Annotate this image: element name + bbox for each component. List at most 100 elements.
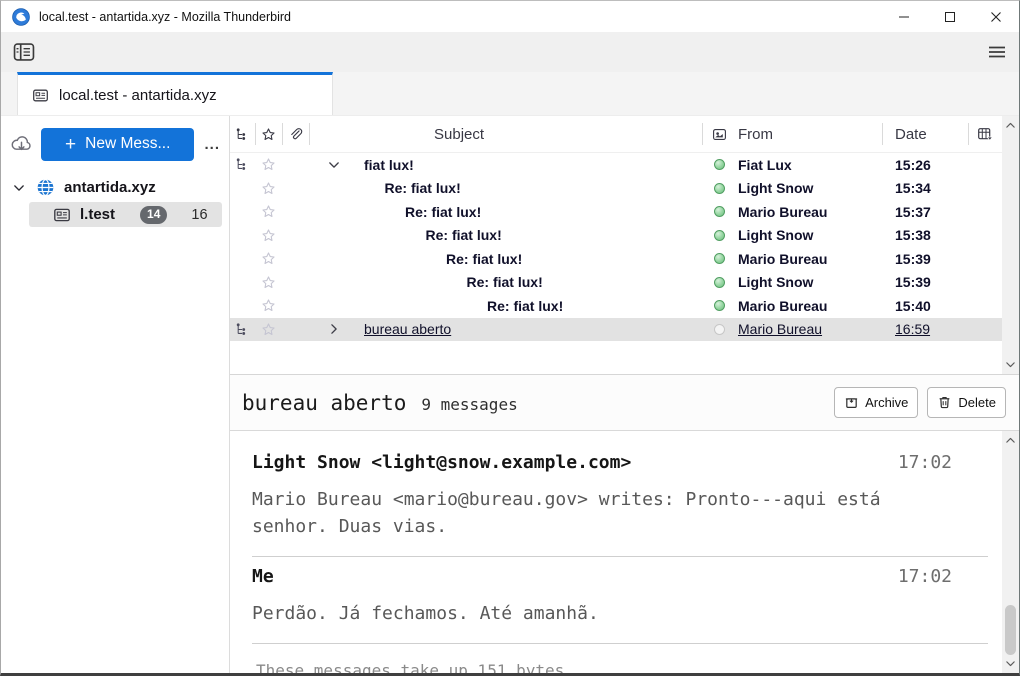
message-time: 17:02: [898, 452, 988, 473]
folder-pane-options-icon[interactable]: ...: [204, 136, 220, 153]
date-cell: 15:34: [882, 177, 968, 201]
read-dot[interactable]: [714, 324, 725, 335]
subject-cell: Re: fiat lux!: [405, 204, 481, 220]
scroll-down-icon[interactable]: [1004, 657, 1017, 670]
folder-row-ltest[interactable]: l.test 14 16: [29, 202, 222, 227]
from-cell: Fiat Lux: [736, 153, 882, 177]
star-icon[interactable]: [261, 157, 276, 172]
subject-column-header[interactable]: Subject: [309, 116, 702, 152]
unread-dot[interactable]: [714, 230, 725, 241]
from-cell: Mario Bureau: [736, 318, 882, 342]
newsgroup-icon: [32, 87, 49, 104]
thread-pane-scrollbar[interactable]: [1002, 116, 1019, 374]
unread-dot[interactable]: [714, 159, 725, 170]
star-icon[interactable]: [261, 228, 276, 243]
folder-pane: + New Mess... ... antartida.xyz l.test 1…: [1, 116, 230, 673]
unread-dot[interactable]: [714, 300, 725, 311]
subject-cell: fiat lux!: [364, 157, 414, 173]
titlebar: local.test - antartida.xyz - Mozilla Thu…: [1, 1, 1019, 32]
expand-thread-icon[interactable]: [321, 322, 347, 336]
from-cell: Mario Bureau: [736, 247, 882, 271]
account-row[interactable]: antartida.xyz: [1, 175, 229, 200]
thread-title: bureau aberto: [242, 391, 406, 415]
message-snippet: Perdão. Já fechamos. Até amanhã.: [252, 600, 988, 627]
message-row-selected[interactable]: bureau aberto Mario Bureau 16:59: [230, 318, 1002, 342]
unified-toolbar: [1, 32, 1019, 72]
archive-button[interactable]: Archive: [834, 387, 918, 418]
app-menu-icon[interactable]: [987, 44, 1007, 60]
collapse-thread-icon[interactable]: [321, 158, 347, 172]
date-cell: 15:26: [882, 153, 968, 177]
toggle-folder-pane-icon[interactable]: [13, 42, 35, 62]
tab-label: local.test - antartida.xyz: [59, 87, 217, 104]
star-icon[interactable]: [261, 322, 276, 337]
message-row[interactable]: fiat lux! Fiat Lux 15:26: [230, 153, 1002, 177]
scroll-up-icon[interactable]: [1004, 119, 1017, 132]
from-cell: Mario Bureau: [736, 200, 882, 224]
date-cell: 15:38: [882, 224, 968, 248]
date-cell: 15:39: [882, 247, 968, 271]
archive-icon: [844, 395, 859, 410]
message-pane: Light Snow <light@snow.example.com> 17:0…: [230, 431, 1019, 673]
message-row[interactable]: Re: fiat lux! Mario Bureau 15:40: [230, 294, 1002, 318]
message-sender: Me: [252, 566, 274, 587]
plus-icon: +: [65, 135, 76, 154]
message-pane-scrollbar[interactable]: [1002, 431, 1019, 673]
thunderbird-window: local.test - antartida.xyz - Mozilla Thu…: [0, 0, 1020, 676]
message-row[interactable]: Re: fiat lux! Light Snow 15:39: [230, 271, 1002, 295]
message-summary[interactable]: Light Snow <light@snow.example.com> 17:0…: [252, 443, 988, 557]
date-cell: 15:39: [882, 271, 968, 295]
subject-cell: Re: fiat lux!: [487, 298, 563, 314]
close-button[interactable]: [973, 1, 1019, 32]
scrollbar-thumb[interactable]: [1005, 605, 1016, 655]
tab-local-test[interactable]: local.test - antartida.xyz: [17, 72, 333, 115]
date-column-header[interactable]: Date: [882, 116, 968, 152]
unread-column-icon[interactable]: [702, 116, 736, 152]
thread-icon: [235, 322, 250, 337]
message-row[interactable]: Re: fiat lux! Mario Bureau 15:37: [230, 200, 1002, 224]
subject-cell: Re: fiat lux!: [467, 274, 543, 290]
message-row[interactable]: Re: fiat lux! Light Snow 15:38: [230, 224, 1002, 248]
new-message-button[interactable]: + New Mess...: [41, 128, 194, 161]
column-picker-icon[interactable]: [968, 116, 1002, 152]
unread-dot[interactable]: [714, 277, 725, 288]
thread-size-note: These messages take up 151 bytes.: [252, 644, 988, 676]
window-title: local.test - antartida.xyz - Mozilla Thu…: [39, 10, 291, 24]
maximize-button[interactable]: [927, 1, 973, 32]
trash-icon: [937, 395, 952, 410]
unread-dot[interactable]: [714, 206, 725, 217]
message-sender: Light Snow <light@snow.example.com>: [252, 452, 631, 473]
message-time: 17:02: [898, 566, 988, 587]
unread-dot[interactable]: [714, 183, 725, 194]
message-row[interactable]: Re: fiat lux! Mario Bureau 15:39: [230, 247, 1002, 271]
date-cell: 15:40: [882, 294, 968, 318]
date-cell: 15:37: [882, 200, 968, 224]
message-summary[interactable]: Me 17:02 Perdão. Já fechamos. Até amanhã…: [252, 557, 988, 644]
tab-bar: local.test - antartida.xyz: [1, 72, 1019, 115]
delete-button[interactable]: Delete: [927, 387, 1006, 418]
star-column-icon[interactable]: [255, 116, 282, 152]
subject-cell: bureau aberto: [364, 321, 451, 337]
star-icon[interactable]: [261, 251, 276, 266]
date-cell: 16:59: [882, 318, 968, 342]
subject-cell: Re: fiat lux!: [385, 180, 461, 196]
from-cell: Mario Bureau: [736, 294, 882, 318]
star-icon[interactable]: [261, 204, 276, 219]
star-icon[interactable]: [261, 181, 276, 196]
star-icon[interactable]: [261, 275, 276, 290]
unread-dot[interactable]: [714, 253, 725, 264]
get-messages-icon[interactable]: [10, 134, 33, 155]
from-cell: Light Snow: [736, 271, 882, 295]
from-cell: Light Snow: [736, 224, 882, 248]
subject-cell: Re: fiat lux!: [446, 251, 522, 267]
globe-icon: [36, 178, 55, 197]
scroll-up-icon[interactable]: [1004, 434, 1017, 447]
scroll-down-icon[interactable]: [1004, 358, 1017, 371]
thread-column-icon[interactable]: [230, 116, 255, 152]
minimize-button[interactable]: [881, 1, 927, 32]
message-row[interactable]: Re: fiat lux! Light Snow 15:34: [230, 177, 1002, 201]
star-icon[interactable]: [261, 298, 276, 313]
attachment-column-icon[interactable]: [282, 116, 309, 152]
from-column-header[interactable]: From: [736, 116, 882, 152]
chevron-down-icon[interactable]: [11, 181, 27, 195]
